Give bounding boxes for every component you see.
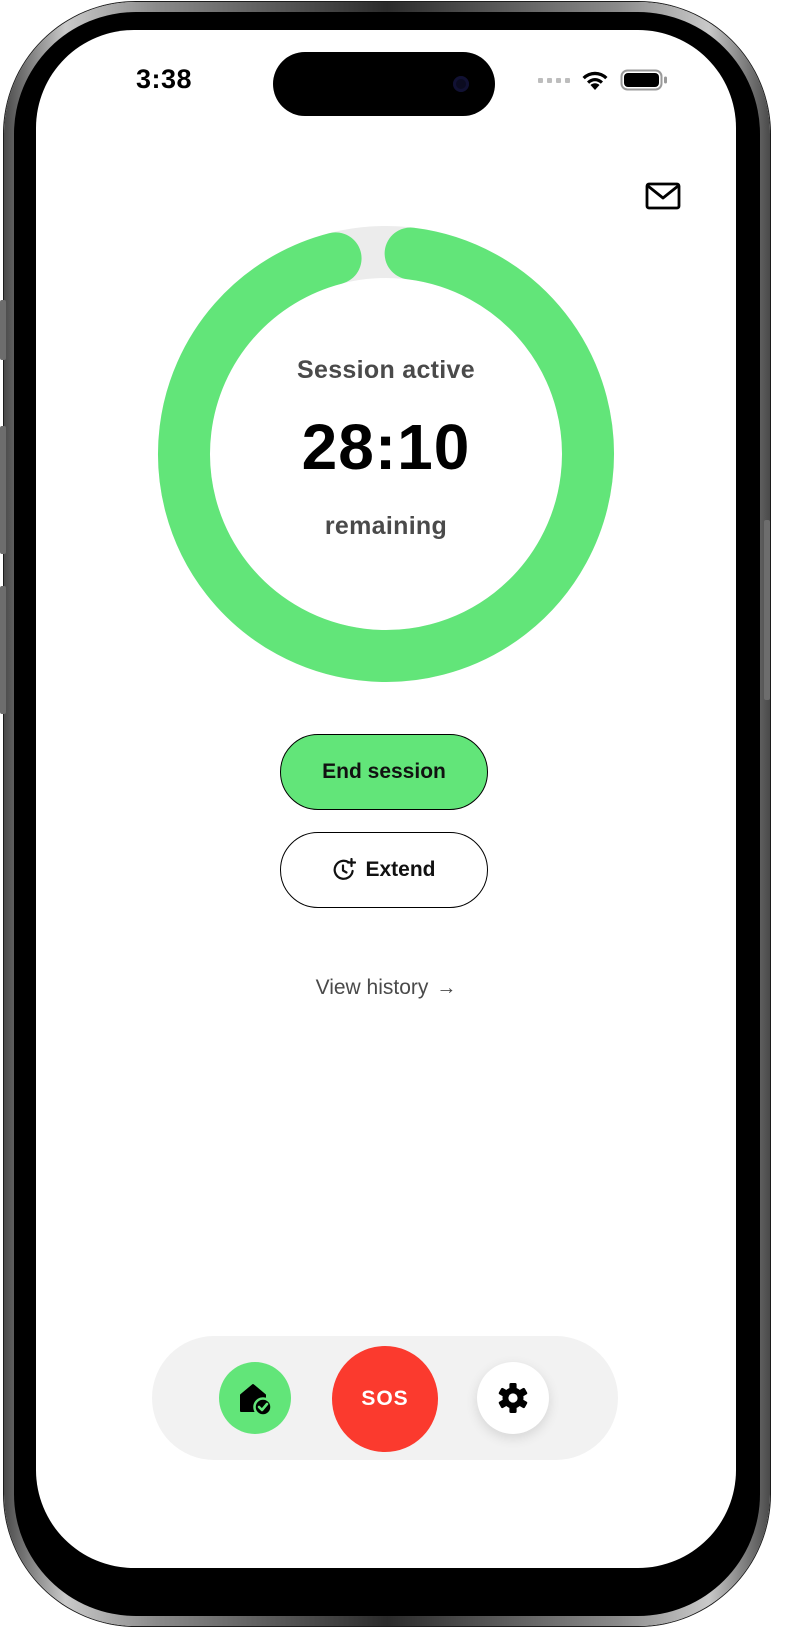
settings-nav-button[interactable] [477,1362,549,1434]
house-check-icon [240,1384,273,1417]
sos-button[interactable]: SOS [332,1346,438,1452]
action-button [0,300,6,360]
view-history-label: View history [315,976,429,999]
home-nav-button[interactable] [219,1362,291,1434]
view-history-link[interactable]: View history → [36,976,736,1000]
app-screen: 3:38 Session active 28:10 remaining End … [36,30,736,1568]
extend-label: Extend [365,858,436,881]
envelope-icon [645,182,681,210]
end-session-button[interactable]: End session [280,734,488,810]
volume-up-button [0,426,6,554]
dynamic-island [273,52,495,116]
session-status-label: Session active [297,356,475,384]
status-indicators [538,68,670,92]
timer-display: Session active 28:10 remaining [154,222,618,686]
messages-button[interactable] [644,180,682,212]
session-progress-ring: Session active 28:10 remaining [154,222,618,686]
end-session-label: End session [322,760,446,783]
status-time: 3:38 [136,64,193,94]
sos-label: SOS [361,1387,409,1410]
clock-plus-icon [334,858,357,880]
gear-icon [498,1383,528,1413]
front-camera [453,76,469,92]
arrow-right-icon: → [436,977,457,999]
cellular-signal-icon [538,77,570,83]
volume-down-button [0,586,6,714]
extend-button[interactable]: Extend [280,832,488,908]
bottom-navigation: SOS [152,1336,618,1460]
battery-icon [620,69,667,91]
wifi-icon [582,71,608,90]
time-remaining: 28:10 [301,411,471,483]
remaining-label: remaining [324,512,448,540]
power-button [764,520,770,700]
